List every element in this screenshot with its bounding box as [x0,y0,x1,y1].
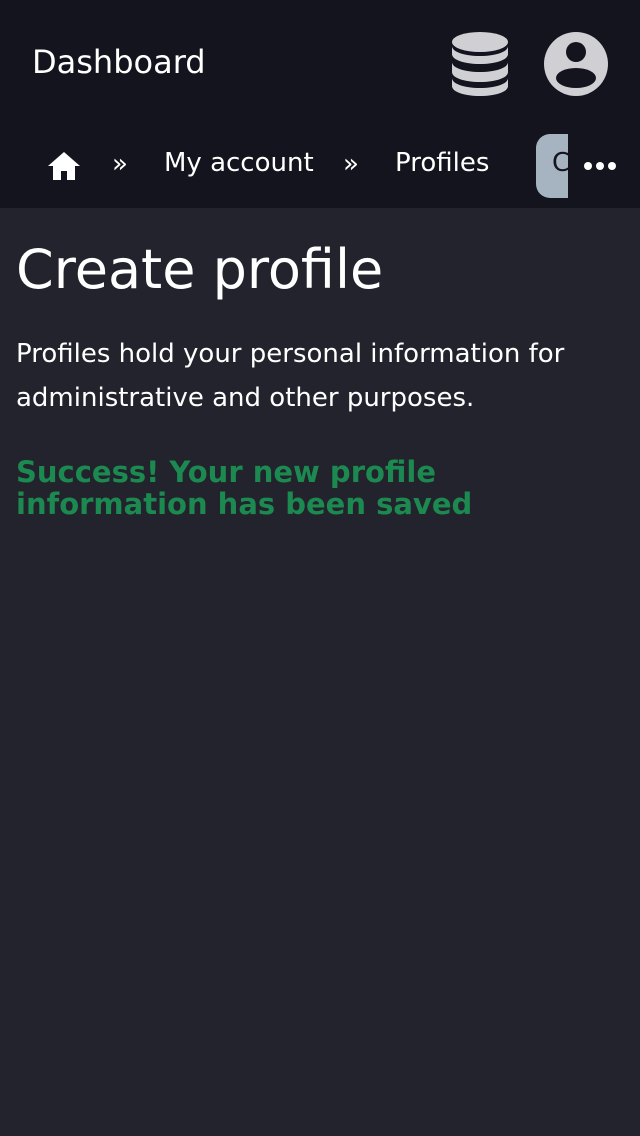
page-title: Create profile [16,238,384,301]
app-title: Dashboard [32,43,206,81]
home-icon[interactable] [46,148,82,184]
user-avatar-icon[interactable] [544,32,608,96]
breadcrumb-item-profiles[interactable]: Profiles [395,146,489,180]
top-bar: Dashboard [0,0,640,128]
breadcrumb-current-item[interactable]: Create profile [536,134,568,198]
page-description: Profiles hold your personal information … [16,339,565,413]
success-message: Success! Your new profile information ha… [16,455,473,521]
breadcrumb-separator: » [343,149,359,179]
breadcrumb-separator: » [112,149,128,179]
database-icon[interactable] [448,30,512,98]
breadcrumb: » My account » Profiles Create profile [0,128,640,208]
breadcrumb-item-my-account[interactable]: My account [164,146,314,180]
more-horizontal-icon[interactable] [580,150,620,182]
